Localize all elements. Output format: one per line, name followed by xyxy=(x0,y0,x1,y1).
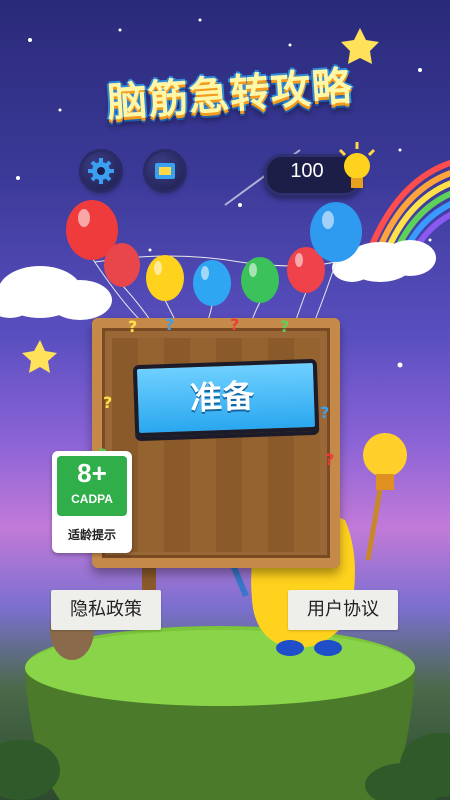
age-rating-note: 适龄提示 xyxy=(67,528,116,542)
privacy-policy-button[interactable]: 隐私政策 xyxy=(51,590,161,630)
svg-text:?: ? xyxy=(230,315,239,334)
svg-text:?: ? xyxy=(320,403,329,422)
age-rating-org: CADPA xyxy=(71,492,113,506)
user-agreement-button[interactable]: 用户协议 xyxy=(288,590,398,630)
svg-text:?: ? xyxy=(128,317,137,336)
svg-text:?: ? xyxy=(325,450,334,469)
age-rating-value: 8+ xyxy=(77,458,107,488)
svg-text:?: ? xyxy=(103,393,112,412)
ready-label: 准备 xyxy=(189,376,255,418)
svg-text:?: ? xyxy=(165,315,174,334)
game-scene: 脑筋急转攻略 100 ?? ?? ?? ?? xyxy=(0,0,450,800)
svg-text:?: ? xyxy=(280,317,289,336)
